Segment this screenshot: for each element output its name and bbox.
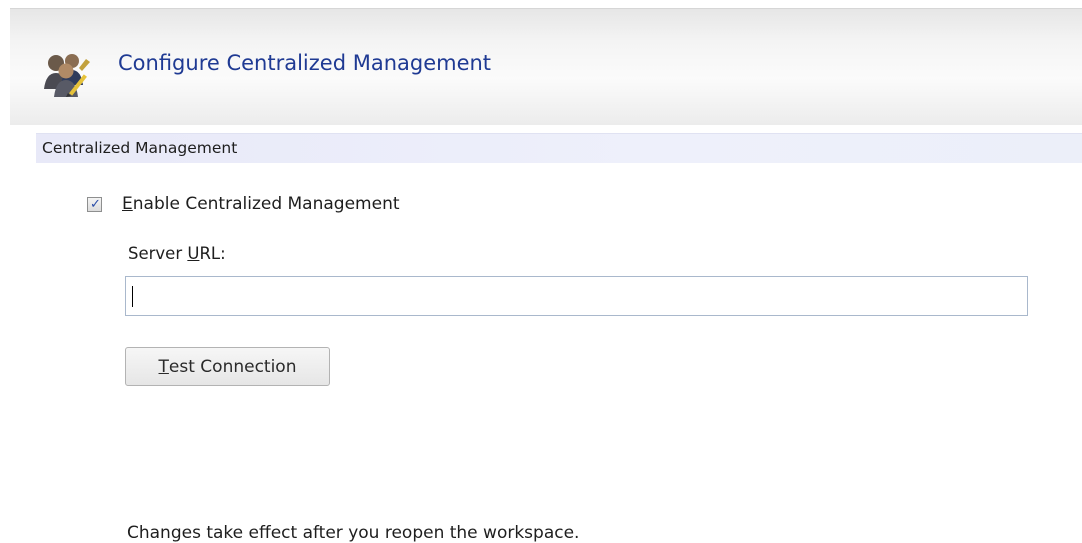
test-connection-label: est Connection [168, 356, 297, 377]
server-url-input[interactable] [125, 276, 1028, 316]
server-url-label: Server URL: [128, 244, 226, 263]
enable-centralized-management-checkbox[interactable]: ✓ [87, 197, 102, 212]
section-title: Centralized Management [42, 139, 238, 157]
footer-note: Changes take effect after you reopen the… [127, 523, 580, 543]
mnemonic-e: E [122, 194, 133, 214]
enable-checkbox-label[interactable]: Enable Centralized Management [122, 194, 400, 214]
server-url-label-prefix: Server [128, 244, 188, 263]
page-title: Configure Centralized Management [118, 51, 492, 75]
users-edit-icon [44, 54, 90, 97]
mnemonic-t: T [158, 356, 169, 377]
mnemonic-u: U [187, 244, 200, 263]
checkmark-icon: ✓ [90, 197, 101, 212]
test-connection-button[interactable]: Test Connection [125, 347, 330, 386]
section-header: Centralized Management [36, 133, 1082, 163]
dialog-header: Configure Centralized Management [10, 8, 1082, 125]
text-caret [132, 286, 133, 307]
server-url-label-suffix: RL: [199, 244, 226, 263]
checkbox-label-text: nable Centralized Management [132, 194, 400, 214]
